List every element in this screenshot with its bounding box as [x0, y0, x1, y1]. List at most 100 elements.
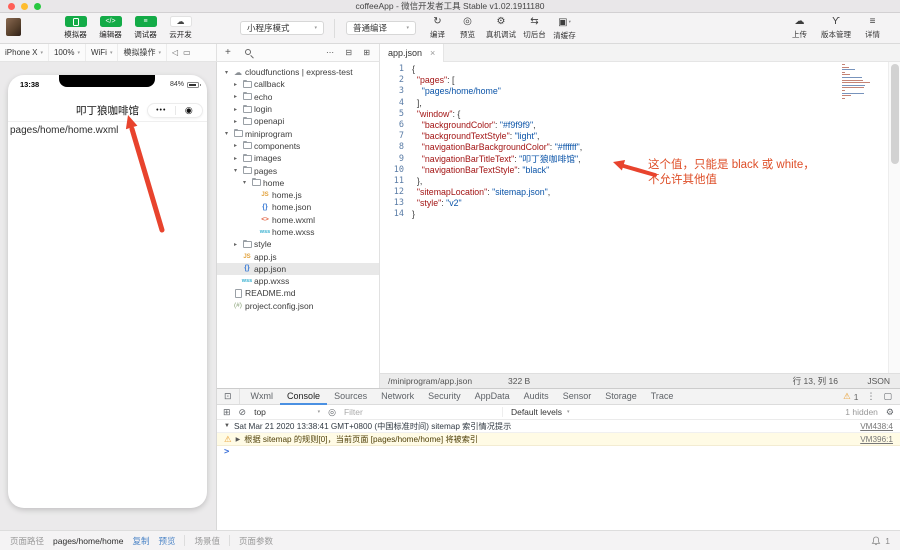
expander-icon[interactable]: ▸	[231, 155, 240, 162]
tree-item[interactable]: ▸callback	[217, 78, 379, 90]
copy-link[interactable]: 复制	[132, 535, 149, 547]
tree-item[interactable]: ▾pages	[217, 164, 379, 176]
tree-item[interactable]: ▸style	[217, 238, 379, 250]
expander-icon[interactable]: ▸	[231, 142, 240, 149]
devtools-tab-sources[interactable]: Sources	[327, 389, 374, 405]
tree-item[interactable]: JShome.js	[217, 189, 379, 201]
filter-input[interactable]	[344, 407, 494, 417]
sim-control-iphone-x[interactable]: iPhone X▾	[0, 44, 49, 61]
devtools-tab-wxml[interactable]: Wxml	[244, 389, 281, 405]
maximize-window-button[interactable]	[34, 3, 41, 10]
details-button[interactable]: ≡详情	[859, 15, 886, 40]
page-params-label[interactable]: 页面参数	[239, 535, 273, 547]
bell-icon[interactable]	[871, 536, 881, 546]
debugger-button[interactable]: ≡调试器	[128, 15, 163, 40]
editor-button[interactable]: </>编辑器	[93, 15, 128, 40]
devtools-tab-security[interactable]: Security	[421, 389, 468, 405]
mode-select-dropdown[interactable]: 小程序模式 ▾	[240, 21, 324, 35]
tree-item[interactable]: JSapp.js	[217, 250, 379, 262]
mute-icon[interactable]: ◁	[167, 44, 178, 61]
preview-link[interactable]: 预览	[158, 535, 175, 547]
open-separate-icon[interactable]: ⊞	[363, 44, 370, 62]
devtools-tab-network[interactable]: Network	[374, 389, 421, 405]
tree-item[interactable]: {}app.json	[217, 263, 379, 275]
expander-icon[interactable]: ▾	[222, 130, 231, 137]
sim-control-100%[interactable]: 100%▾	[49, 44, 86, 61]
devtools-tab-trace[interactable]: Trace	[644, 389, 681, 405]
log-levels-dropdown[interactable]: Default levels ▾	[502, 407, 570, 417]
console-message[interactable]: ⚠▶根据 sitemap 的规则[0]，当前页面 [pages/home/hom…	[217, 433, 900, 446]
warning-icon[interactable]: ⚠	[843, 391, 851, 402]
tree-item[interactable]: <>home.wxml	[217, 214, 379, 226]
background-button[interactable]: ⇆切后台	[521, 15, 548, 41]
console-sidebar-icon[interactable]: ⊞	[223, 407, 231, 418]
source-link[interactable]: VM396:1	[852, 435, 893, 444]
gear-icon[interactable]: ⚙	[886, 407, 894, 418]
context-dropdown[interactable]: top ▾	[254, 407, 320, 417]
upload-button[interactable]: ☁上传	[786, 15, 813, 40]
clear-cache-button[interactable]: ▣▾清缓存	[551, 15, 578, 41]
add-file-icon[interactable]: +	[225, 44, 231, 62]
avatar[interactable]	[6, 18, 21, 36]
expander-icon[interactable]: ▸	[231, 118, 240, 125]
language-mode[interactable]: JSON	[867, 374, 890, 389]
tree-item[interactable]: ▸login	[217, 103, 379, 115]
home-target-icon[interactable]: ◉	[176, 106, 203, 115]
scene-label[interactable]: 场景值	[194, 535, 220, 547]
expander-icon[interactable]: ▾	[222, 69, 231, 76]
remote-debug-button[interactable]: ⚙真机调试	[484, 15, 518, 41]
expander-icon[interactable]: ▾	[231, 167, 240, 174]
close-window-button[interactable]	[8, 3, 15, 10]
editor-scrollbar[interactable]	[888, 62, 900, 373]
expander-icon[interactable]: ▼	[224, 423, 230, 429]
compile-select-dropdown[interactable]: 普通编译 ▾	[346, 21, 416, 35]
cloud-dev-button[interactable]: ☁云开发	[163, 15, 198, 40]
devtools-tab-audits[interactable]: Audits	[517, 389, 556, 405]
simulator-button[interactable]: 模拟器	[58, 15, 93, 40]
tree-item[interactable]: ▸components	[217, 140, 379, 152]
tree-item[interactable]: {}home.json	[217, 201, 379, 213]
menu-icon[interactable]: ⋮	[866, 391, 875, 402]
devtools-tab-storage[interactable]: Storage	[598, 389, 644, 405]
more-dots-icon[interactable]: •••	[148, 107, 175, 114]
source-link[interactable]: VM438:4	[852, 422, 893, 431]
preview-button[interactable]: ◎预览	[454, 15, 481, 41]
devtools-tab-sensor[interactable]: Sensor	[556, 389, 599, 405]
expander-icon[interactable]: ▶	[236, 436, 241, 443]
tree-item[interactable]: (#)project.config.json	[217, 300, 379, 312]
more-icon[interactable]: ⋯	[326, 44, 334, 62]
expander-icon[interactable]: ▾	[240, 179, 249, 186]
version-button[interactable]: ϒ版本管理	[819, 15, 853, 40]
tree-item[interactable]: ▸images	[217, 152, 379, 164]
search-icon[interactable]	[245, 49, 251, 55]
minimap[interactable]	[842, 64, 878, 100]
rotate-screen-icon[interactable]: ▭	[178, 44, 196, 61]
tree-item[interactable]: README.md	[217, 287, 379, 299]
minimize-window-button[interactable]	[21, 3, 28, 10]
expander-icon[interactable]: ▸	[231, 106, 240, 113]
close-tab-icon[interactable]: ×	[430, 48, 435, 58]
tree-item[interactable]: wsshome.wxss	[217, 226, 379, 238]
expander-icon[interactable]: ▸	[231, 93, 240, 100]
tree-item[interactable]: ▾home	[217, 177, 379, 189]
compile-button[interactable]: ↻编译	[424, 15, 451, 41]
console-message[interactable]: ▼Sat Mar 21 2020 13:38:41 GMT+0800 (中国标准…	[217, 420, 900, 433]
devtools-tab-appdata[interactable]: AppData	[468, 389, 517, 405]
inspect-icon[interactable]: ⊡	[217, 389, 240, 404]
popout-icon[interactable]: ▢	[883, 391, 892, 402]
collapse-all-icon[interactable]: ⊟	[345, 44, 352, 62]
tab-app-json[interactable]: app.json ×	[380, 44, 444, 62]
code-editor[interactable]: 1234567891011121314 { "pages": [ "pages/…	[380, 62, 900, 373]
eye-icon[interactable]: ◎	[328, 407, 336, 418]
tree-item[interactable]: ▸openapi	[217, 115, 379, 127]
sim-control-wifi[interactable]: WiFi▾	[86, 44, 119, 61]
console-prompt[interactable]: >	[217, 446, 900, 459]
expander-icon[interactable]: ▸	[231, 241, 240, 248]
sim-control-模拟操作[interactable]: 模拟操作▾	[118, 44, 167, 61]
expander-icon[interactable]: ▸	[231, 81, 240, 88]
tree-item[interactable]: ▾miniprogram	[217, 127, 379, 139]
clear-console-icon[interactable]: ⊘	[239, 407, 247, 418]
devtools-tab-console[interactable]: Console	[280, 389, 327, 405]
tree-item[interactable]: ▸echo	[217, 91, 379, 103]
scrollbar-thumb[interactable]	[891, 64, 899, 164]
